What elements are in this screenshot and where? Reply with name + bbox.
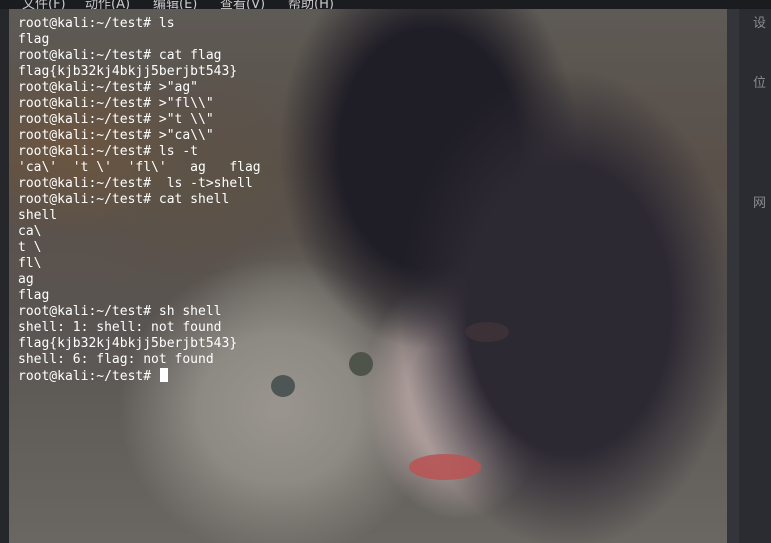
terminal-line: ca\ — [18, 224, 42, 239]
side-panel-label: 位 — [753, 76, 767, 91]
terminal-line: root@kali:~/test# cat shell — [18, 192, 230, 207]
side-panel-label: 设 — [753, 16, 767, 31]
terminal-line: shell: 1: shell: not found — [18, 320, 222, 335]
menu-bar: 文件(F) 动作(A) 编辑(E) 查看(V) 帮助(H) — [0, 0, 771, 9]
prompt-line[interactable]: root@kali:~/test# — [18, 368, 261, 384]
terminal-line: root@kali:~/test# sh shell — [18, 304, 222, 319]
menu-edit[interactable]: 编辑(E) — [153, 0, 197, 9]
terminal-line: ag — [18, 272, 34, 287]
menu-view[interactable]: 查看(V) — [220, 0, 265, 9]
terminal-prompt: root@kali:~/test# — [18, 369, 159, 384]
terminal-line: root@kali:~/test# cat flag — [18, 48, 222, 63]
background-detail — [349, 352, 373, 376]
terminal-line: flag — [18, 32, 50, 47]
terminal-line: 'ca\' 't \' 'fl\' ag flag — [18, 160, 261, 175]
terminal-line: shell: 6: flag: not found — [18, 352, 214, 367]
window-left-edge — [0, 9, 9, 543]
terminal-line: flag{kjb32kj4bkjj5berjbt543} — [18, 336, 238, 351]
terminal-line: root@kali:~/test# ls -t — [18, 144, 199, 159]
terminal-area[interactable]: root@kali:~/test# ls flag root@kali:~/test… — [9, 9, 727, 543]
terminal-line: flag{kjb32kj4bkjj5berjbt543} — [18, 64, 238, 79]
terminal-line: root@kali:~/test# ls — [18, 16, 175, 31]
background-detail — [409, 454, 481, 480]
terminal-line: root@kali:~/test# >"fl\\" — [18, 96, 214, 111]
terminal-line: root@kali:~/test# >"t \\" — [18, 112, 214, 127]
terminal-line: root@kali:~/test# ls -t>shell — [18, 176, 253, 191]
side-panel-label: 网 — [753, 196, 767, 211]
terminal-line: root@kali:~/test# >"ca\\" — [18, 128, 214, 143]
terminal-line: shell — [18, 208, 58, 223]
terminal-output: root@kali:~/test# ls flag root@kali:~/test… — [18, 16, 261, 384]
terminal-line: fl\ — [18, 256, 42, 271]
menu-help[interactable]: 帮助(H) — [288, 0, 334, 9]
background-detail — [465, 322, 509, 342]
side-panel-scrollbar[interactable] — [727, 9, 739, 543]
menu-action[interactable]: 动作(A) — [85, 0, 130, 9]
terminal-line: root@kali:~/test# >"ag" — [18, 80, 199, 95]
menu-file[interactable]: 文件(F) — [22, 0, 66, 9]
terminal-line: t \ — [18, 240, 42, 255]
terminal-line: flag — [18, 288, 50, 303]
text-cursor — [159, 368, 168, 382]
background-detail — [271, 375, 295, 397]
